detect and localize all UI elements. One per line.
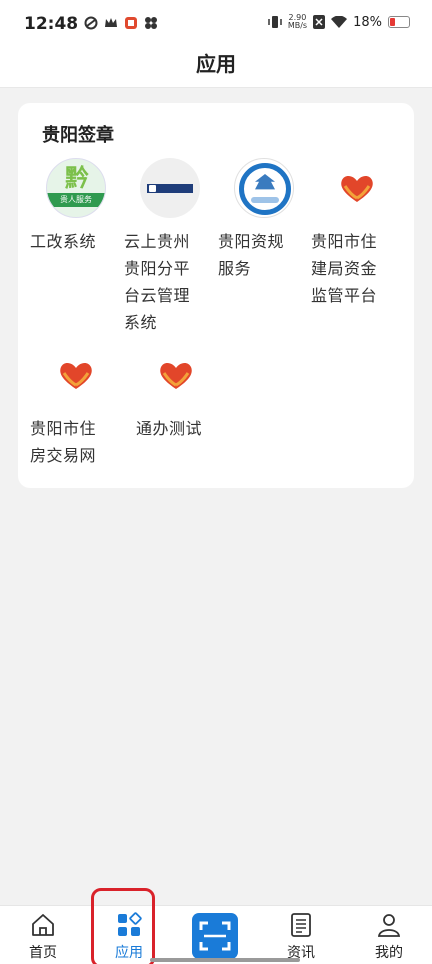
status-bar: 12:48 2.90 MB/s 18% (0, 0, 432, 44)
home-indicator-bar[interactable] (150, 958, 300, 962)
app-label: 贵阳市住房交易网 (30, 419, 97, 465)
app-section-card: 贵阳签章 黔 贵人服务 工改系统 云上贵州贵阳分平台云管理系统 贵阳资规服务 贵… (18, 103, 414, 488)
cloud-guizhou-icon (140, 158, 200, 218)
nav-home-label: 首页 (29, 945, 57, 961)
notification-icons (84, 16, 158, 30)
page-title: 应用 (196, 52, 236, 76)
app-label: 贵阳市住建局资金监管平台 (311, 232, 378, 305)
app-item-housing-trade[interactable]: 贵阳市住房交易网 (30, 345, 112, 469)
guiyang-planning-icon (234, 158, 294, 218)
heart-hands-icon (327, 158, 387, 218)
news-icon (291, 913, 311, 937)
sync-app-icon (84, 16, 98, 30)
status-time: 12:48 (24, 14, 79, 34)
vibrate-icon (268, 16, 282, 28)
app-label: 贵阳资规服务 (218, 232, 285, 278)
home-icon (32, 914, 54, 936)
battery-icon (388, 16, 410, 28)
net-speed: 2.90 MB/s (288, 14, 307, 30)
heart-hands-icon (146, 345, 206, 405)
pinwheel-app-icon (145, 17, 157, 29)
app-item-tongban-test[interactable]: 通办测试 (130, 345, 222, 442)
scan-icon (199, 921, 231, 951)
app-label: 通办测试 (136, 419, 203, 438)
sim-off-icon (313, 15, 326, 29)
net-speed-unit: MB/s (287, 21, 308, 30)
app-item-zhujian-fund[interactable]: 贵阳市住建局资金监管平台 (311, 158, 389, 309)
apps-grid-icon (118, 912, 142, 936)
nav-profile[interactable]: 我的 (346, 906, 432, 964)
bottom-nav: 首页 应用 资讯 我的 (0, 905, 432, 964)
app-label: 工改系统 (30, 232, 97, 251)
nav-apps[interactable]: 应用 (86, 906, 172, 964)
heart-hands-icon (46, 345, 106, 405)
app-item-cloud-guizhou[interactable]: 云上贵州贵阳分平台云管理系统 (124, 158, 204, 336)
app-item-zigui[interactable]: 贵阳资规服务 (218, 158, 296, 282)
app-label: 云上贵州贵阳分平台云管理系统 (124, 232, 191, 332)
nav-profile-label: 我的 (375, 945, 403, 961)
page-header: 应用 (0, 44, 432, 88)
crown-app-icon (105, 18, 117, 27)
battery-percent: 18% (353, 14, 382, 30)
system-status: 2.90 MB/s 18% (268, 14, 410, 30)
scan-button[interactable] (192, 913, 238, 959)
red-app-icon (125, 17, 137, 29)
wifi-icon (331, 15, 348, 28)
profile-icon (377, 914, 401, 937)
section-title: 贵阳签章 (42, 125, 114, 146)
qian-ren-service-icon: 黔 贵人服务 (46, 158, 106, 218)
nav-home[interactable]: 首页 (0, 906, 86, 964)
app-item-gonggai[interactable]: 黔 贵人服务 工改系统 (30, 158, 122, 255)
nav-news[interactable]: 资讯 (258, 906, 344, 964)
qian-logo-subtext: 贵人服务 (47, 193, 105, 207)
qian-logo-text: 黔 (65, 164, 89, 192)
